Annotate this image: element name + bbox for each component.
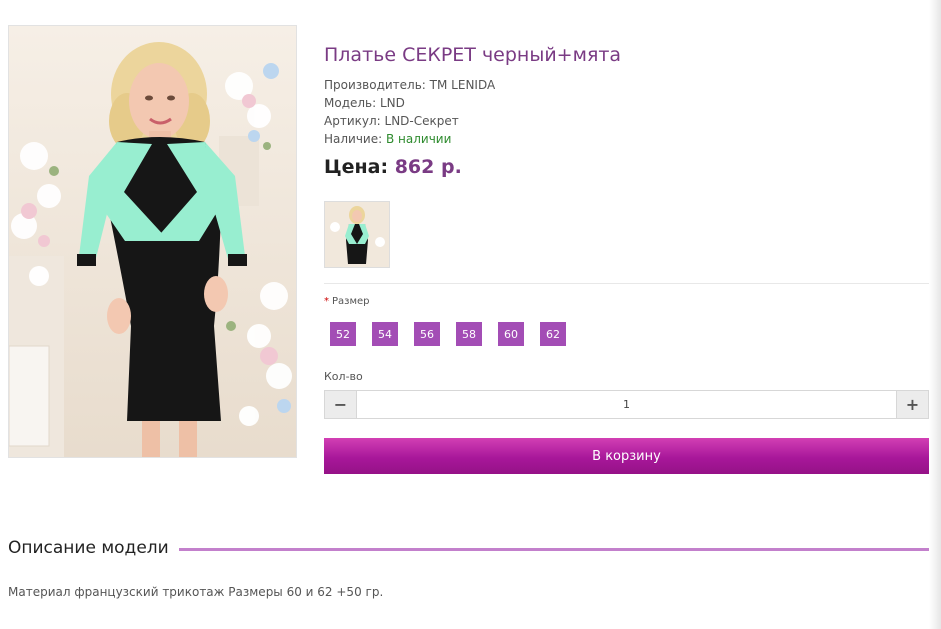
- size-option-56[interactable]: 56: [414, 322, 440, 346]
- price-row: Цена: 862 р.: [324, 156, 462, 178]
- availability-value: В наличии: [386, 132, 452, 146]
- product-thumbnail[interactable]: [324, 201, 390, 268]
- size-label-text: Размер: [332, 296, 370, 307]
- model-row: Модель: LND: [324, 96, 405, 110]
- model-value: LND: [380, 96, 405, 110]
- availability-label: Наличие:: [324, 132, 383, 146]
- required-mark: *: [324, 296, 329, 307]
- size-option-60[interactable]: 60: [498, 322, 524, 346]
- page-edge-shadow: [929, 0, 941, 629]
- divider: [324, 283, 929, 284]
- quantity-input[interactable]: [357, 391, 896, 418]
- size-option-62[interactable]: 62: [540, 322, 566, 346]
- quantity-stepper: − +: [324, 390, 929, 419]
- sku-value: LND-Секрет: [384, 114, 459, 128]
- thumbnail-image: [325, 202, 389, 267]
- size-label: * Размер: [324, 296, 370, 307]
- description-title: Описание модели: [8, 538, 179, 558]
- price-value: 862 р.: [394, 156, 462, 178]
- sku-row: Артикул: LND-Секрет: [324, 114, 459, 128]
- quantity-increase-button[interactable]: +: [896, 391, 928, 418]
- product-main-image[interactable]: [8, 25, 297, 458]
- size-option-54[interactable]: 54: [372, 322, 398, 346]
- plus-icon: +: [905, 395, 920, 414]
- add-to-cart-button[interactable]: В корзину: [324, 438, 929, 474]
- manufacturer-row: Производитель: ТМ LENIDA: [324, 78, 495, 92]
- minus-icon: −: [333, 395, 348, 414]
- manufacturer-label: Производитель:: [324, 78, 426, 92]
- price-label: Цена:: [324, 156, 389, 178]
- sku-label: Артикул:: [324, 114, 381, 128]
- dress-illustration: [9, 26, 296, 457]
- availability-row: Наличие: В наличии: [324, 132, 451, 146]
- model-label: Модель:: [324, 96, 377, 110]
- manufacturer-value[interactable]: ТМ LENIDA: [430, 78, 496, 92]
- size-options: 52 54 56 58 60 62: [330, 322, 582, 346]
- description-divider: [172, 548, 929, 551]
- size-option-52[interactable]: 52: [330, 322, 356, 346]
- description-text: Материал французский трикотаж Размеры 60…: [8, 585, 384, 599]
- quantity-label: Кол-во: [324, 370, 363, 383]
- product-title: Платье СЕКРЕТ черный+мята: [324, 44, 622, 66]
- quantity-decrease-button[interactable]: −: [325, 391, 357, 418]
- size-option-58[interactable]: 58: [456, 322, 482, 346]
